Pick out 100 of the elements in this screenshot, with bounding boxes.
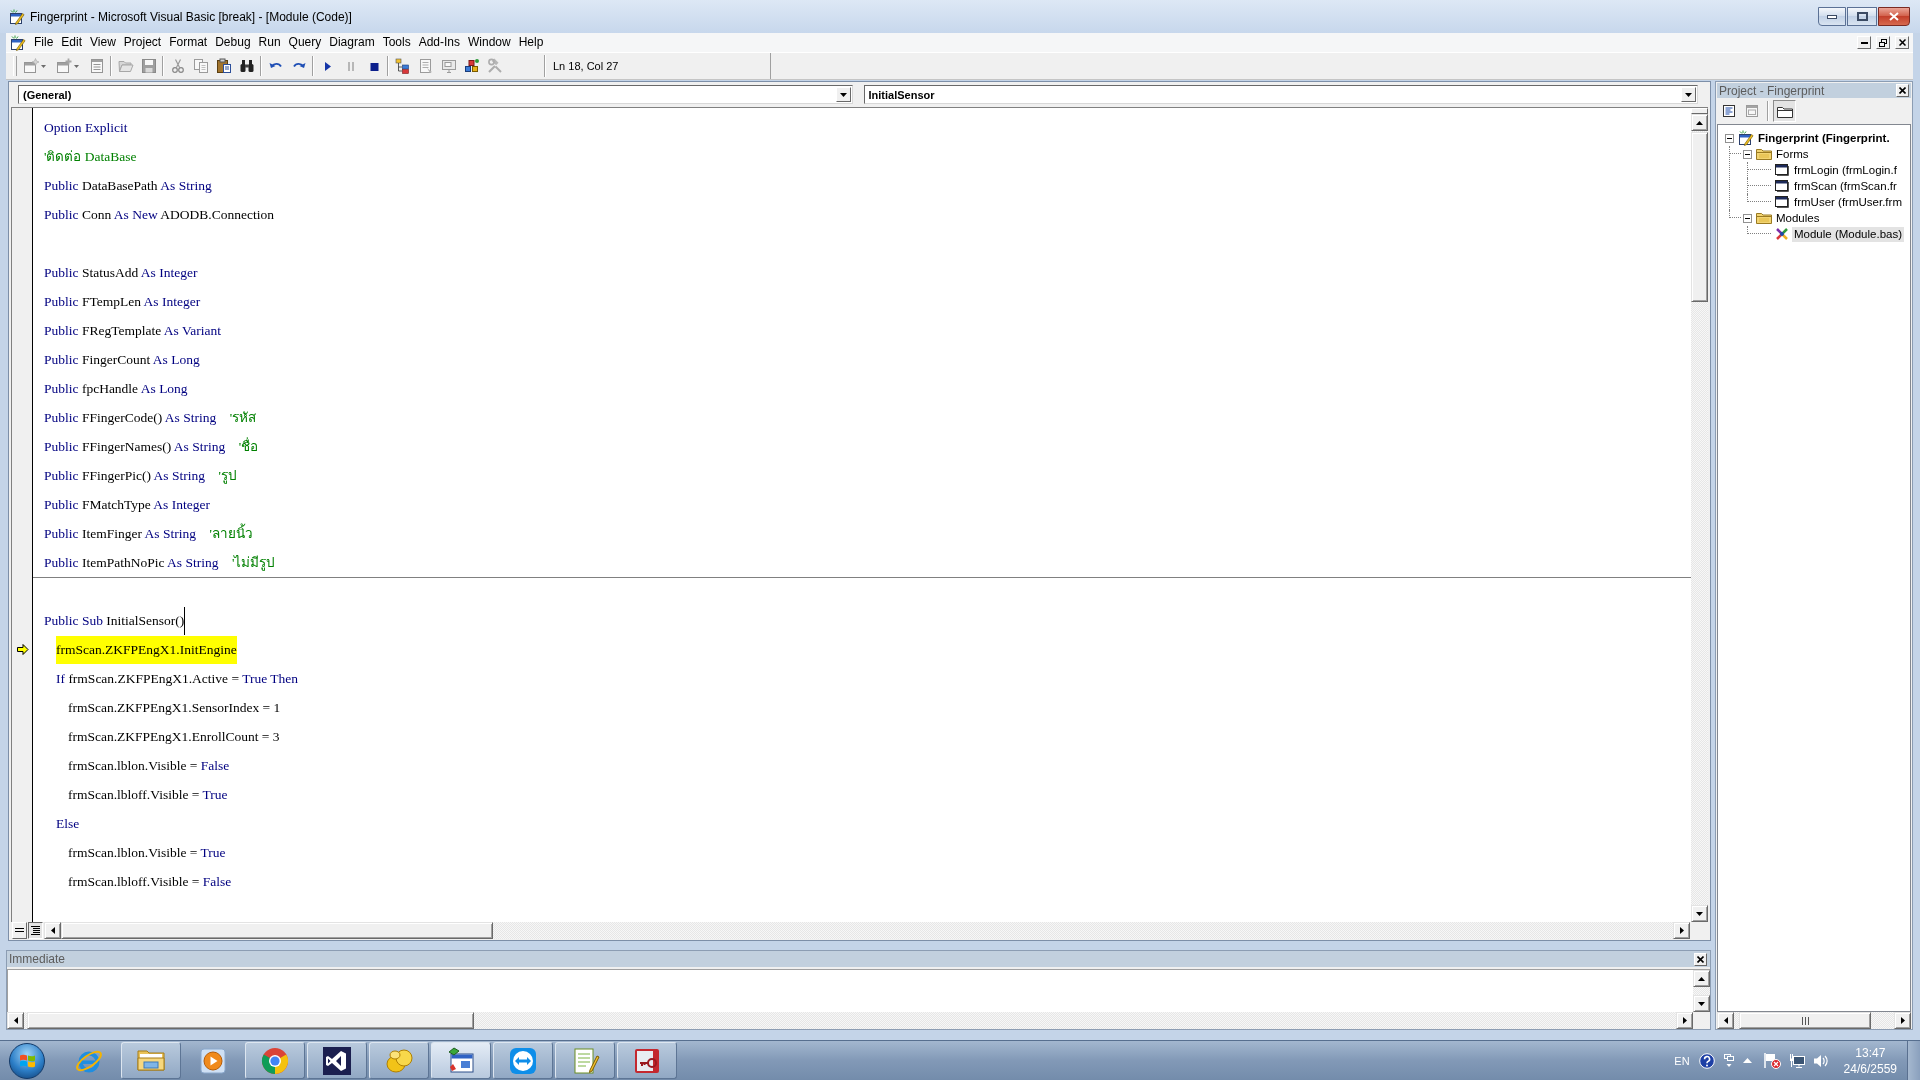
menu-item[interactable]: Edit	[57, 34, 87, 51]
tree-item[interactable]: Modules	[1774, 210, 1822, 226]
flag-x-icon[interactable]	[1762, 1052, 1781, 1069]
scroll-thumb[interactable]	[1739, 1012, 1871, 1029]
triangle-left-icon	[1723, 1017, 1728, 1024]
code-line: Public FFingerPic() As String 'รูป	[44, 466, 237, 486]
caret-down-icon	[1685, 92, 1692, 97]
menu-item[interactable]: Add-Ins	[414, 34, 464, 51]
speaker-icon[interactable]	[1812, 1052, 1829, 1069]
menu-item[interactable]: View	[86, 34, 120, 51]
folder-icon	[117, 58, 134, 74]
scroll-thumb[interactable]	[61, 922, 493, 939]
triangle-up-icon	[1696, 120, 1703, 125]
triangle-right-icon	[1682, 1017, 1687, 1024]
windows-arrow-icon[interactable]	[1723, 1053, 1734, 1068]
scroll-thumb[interactable]	[1691, 132, 1708, 302]
save-icon	[140, 58, 157, 74]
window-icon	[1774, 178, 1790, 194]
tree-icon	[394, 58, 411, 74]
horizontal-scrollbar[interactable]	[44, 922, 1690, 939]
code-line: Public DataBasePath As String	[44, 176, 212, 195]
procedure-combo[interactable]: InitialSensor	[863, 85, 1698, 104]
menu-item[interactable]: File	[30, 34, 58, 51]
window-icon	[1774, 194, 1790, 210]
menu-item[interactable]: Tools	[378, 34, 415, 51]
scroll-up-button[interactable]	[1691, 114, 1708, 131]
help-icon[interactable]	[1698, 1052, 1715, 1069]
vertical-scrollbar[interactable]	[1691, 108, 1708, 922]
close-icon	[1697, 955, 1704, 963]
taskbar-button[interactable]	[617, 1042, 677, 1079]
vertical-scrollbar[interactable]	[1693, 970, 1710, 1012]
code-line: frmScan.lblon.Visible = False	[68, 756, 230, 775]
code-line: frmScan.ZKFPEngX1.SensorIndex = 1	[68, 698, 281, 717]
minimize-button[interactable]	[1818, 7, 1846, 26]
start-button[interactable]	[9, 1042, 45, 1079]
close-button[interactable]	[1878, 7, 1910, 26]
maximize-button[interactable]	[1847, 7, 1877, 26]
object-combo[interactable]: (General)	[18, 85, 853, 104]
menu-item[interactable]: Project	[119, 34, 166, 51]
tree-item[interactable]: frmScan (frmScan.fr	[1792, 178, 1899, 194]
code-line: frmScan.lblon.Visible = True	[68, 843, 226, 862]
split-handle[interactable]	[1691, 108, 1708, 114]
code-line: Public FTempLen As Integer	[44, 292, 201, 311]
scroll-down-button[interactable]	[1693, 995, 1710, 1012]
scroll-right-button[interactable]	[1676, 1012, 1693, 1029]
immediate-field[interactable]	[8, 970, 1693, 1012]
scroll-left-button[interactable]	[7, 1012, 24, 1029]
taskbar-button[interactable]	[307, 1042, 367, 1079]
toggle-folders-button[interactable]	[1773, 100, 1796, 122]
circle-logo-icon	[260, 1045, 290, 1076]
menu-item[interactable]: Run	[254, 34, 285, 51]
minus-box-icon[interactable]	[1742, 149, 1752, 159]
scroll-left-button[interactable]	[44, 922, 61, 939]
menu-item[interactable]: Format	[165, 34, 212, 51]
tree-item[interactable]: Forms	[1774, 146, 1811, 162]
hammer-wrench-icon	[486, 58, 503, 74]
menu-item[interactable]: Debug	[211, 34, 255, 51]
menu-item[interactable]: Query	[284, 34, 326, 51]
scroll-right-button[interactable]	[1894, 1012, 1911, 1029]
scroll-down-button[interactable]	[1691, 905, 1708, 922]
code-line: frmScan.lbloff.Visible = True	[68, 785, 228, 804]
code-line: Public FFingerCode() As String 'รหัส	[44, 408, 257, 427]
window-star-icon	[23, 58, 39, 74]
scroll-right-button[interactable]	[1673, 922, 1690, 939]
scroll-thumb[interactable]	[27, 1012, 474, 1029]
menu-item[interactable]: Diagram	[325, 34, 379, 51]
tree-item[interactable]: frmLogin (frmLogin.f	[1792, 162, 1899, 178]
clipboard-icon	[215, 58, 232, 74]
code-line: If frmScan.ZKFPEngX1.Active = True Then	[56, 669, 299, 688]
module-view-button[interactable]	[28, 922, 43, 939]
minimize-icon	[1827, 14, 1837, 19]
horizontal-scrollbar[interactable]	[1717, 1012, 1911, 1029]
menu-item[interactable]: Help	[514, 34, 548, 51]
code-line: Public ItemFinger As String 'ลายนิ้ว	[44, 522, 253, 543]
panel-title: Project - Fingerprint	[1718, 83, 1826, 98]
triangle-right-icon	[1679, 927, 1684, 934]
restore-icon	[1879, 38, 1887, 47]
folder-icon	[1776, 104, 1793, 118]
code-line: Public fpcHandle As Long	[44, 379, 188, 398]
horizontal-scrollbar[interactable]	[7, 1012, 1693, 1029]
tree-item[interactable]: Fingerprint (Fingerprint.	[1756, 130, 1892, 146]
tree-item[interactable]: Module (Module.bas)	[1792, 226, 1905, 242]
minus-box-icon[interactable]	[1724, 133, 1734, 143]
triangle-up-icon[interactable]	[1742, 1058, 1752, 1063]
network-icon[interactable]	[1788, 1052, 1805, 1069]
folder-icon	[1756, 146, 1772, 162]
code-line: Public FMatchType As Integer	[44, 495, 210, 514]
procedure-view-button[interactable]	[12, 922, 27, 939]
scroll-left-button[interactable]	[1717, 1012, 1734, 1029]
restore-button[interactable]	[1876, 36, 1890, 49]
scroll-up-button[interactable]	[1693, 970, 1710, 987]
caret-down-icon	[41, 64, 46, 68]
lines-icon	[15, 926, 24, 935]
form-window-icon	[1745, 105, 1758, 117]
minus-box-icon[interactable]	[1742, 213, 1752, 223]
triangle-left-icon	[13, 1017, 18, 1024]
menu-item[interactable]: Window	[464, 34, 515, 51]
triangle-right-icon	[1900, 1017, 1905, 1024]
tree-item[interactable]: frmUser (frmUser.frm	[1792, 194, 1904, 210]
code-line: frmScan.lbloff.Visible = False	[68, 872, 232, 891]
